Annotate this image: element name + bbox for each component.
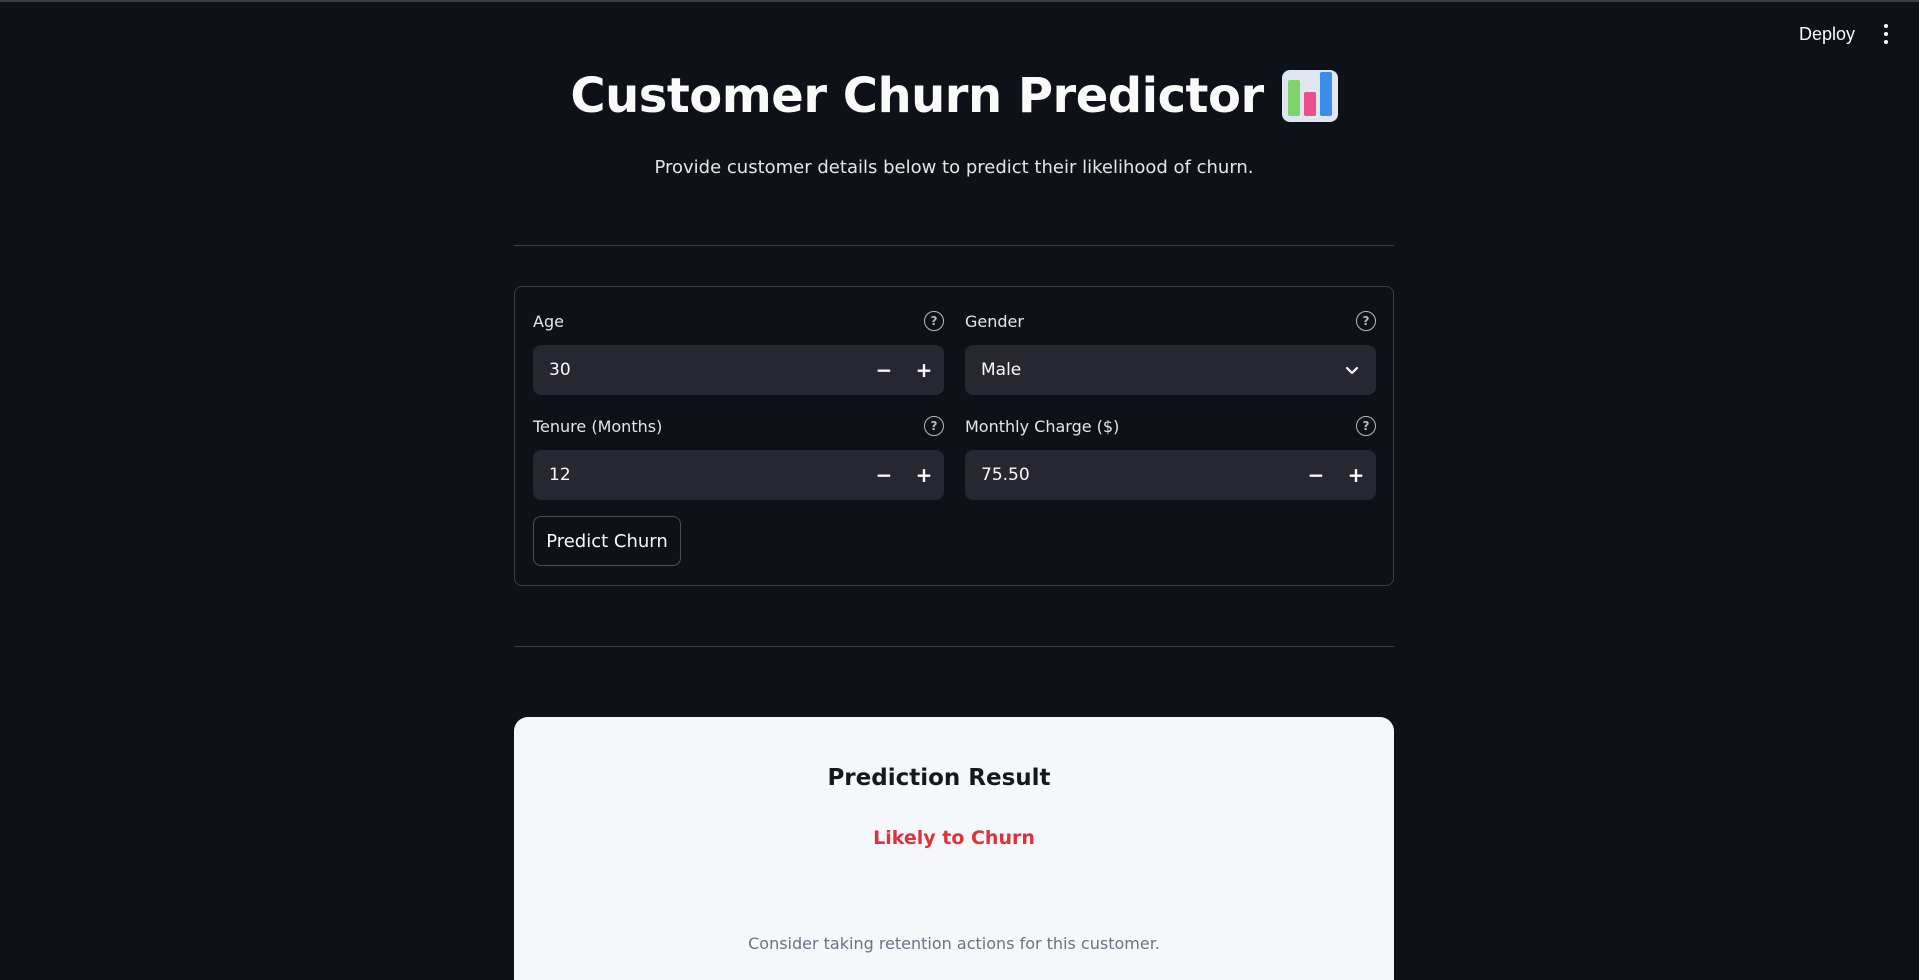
tenure-decrement-button[interactable]: − bbox=[864, 450, 904, 500]
help-icon[interactable]: ? bbox=[1356, 416, 1376, 436]
prediction-result-card: Prediction Result Likely to Churn Consid… bbox=[514, 717, 1394, 980]
monthly-charge-number-input: − + bbox=[965, 450, 1376, 500]
monthly-charge-input[interactable] bbox=[981, 465, 1296, 485]
app-toolbar: Deploy bbox=[1799, 22, 1897, 46]
gender-select[interactable]: Male bbox=[965, 345, 1376, 395]
age-increment-button[interactable]: + bbox=[904, 345, 944, 395]
tenure-label-row: Tenure (Months) ? bbox=[533, 415, 944, 437]
divider bbox=[514, 646, 1394, 647]
age-label-row: Age ? bbox=[533, 310, 944, 332]
tenure-input[interactable] bbox=[549, 465, 864, 485]
divider bbox=[514, 245, 1394, 246]
window-top-border bbox=[0, 0, 1919, 2]
more-vertical-icon[interactable] bbox=[1875, 22, 1897, 46]
result-note: Consider taking retention actions for th… bbox=[748, 934, 1160, 953]
tenure-label: Tenure (Months) bbox=[533, 416, 663, 436]
age-field: Age ? − + bbox=[533, 310, 944, 395]
monthly-charge-label: Monthly Charge ($) bbox=[965, 416, 1120, 436]
age-input[interactable] bbox=[549, 360, 864, 380]
churn-status: Likely to Churn bbox=[873, 827, 1035, 849]
gender-selected-value: Male bbox=[981, 360, 1022, 380]
page-title: Customer Churn Predictor bbox=[514, 68, 1394, 124]
gender-field: Gender ? Male bbox=[965, 310, 1376, 395]
monthly-charge-label-row: Monthly Charge ($) ? bbox=[965, 415, 1376, 437]
churn-form: Age ? − + Gender ? Male bbox=[514, 286, 1394, 586]
monthly-charge-increment-button[interactable]: + bbox=[1336, 450, 1376, 500]
chevron-down-icon[interactable] bbox=[1328, 345, 1376, 395]
age-label: Age bbox=[533, 311, 564, 331]
tenure-number-input: − + bbox=[533, 450, 944, 500]
gender-label-row: Gender ? bbox=[965, 310, 1376, 332]
monthly-charge-field: Monthly Charge ($) ? − + bbox=[965, 415, 1376, 500]
help-icon[interactable]: ? bbox=[1356, 311, 1376, 331]
predict-churn-button[interactable]: Predict Churn bbox=[533, 516, 681, 566]
help-icon[interactable]: ? bbox=[924, 416, 944, 436]
page-subtitle: Provide customer details below to predic… bbox=[654, 157, 1254, 178]
monthly-charge-decrement-button[interactable]: − bbox=[1296, 450, 1336, 500]
page-title-text: Customer Churn Predictor bbox=[570, 68, 1264, 124]
bar-chart-icon bbox=[1281, 70, 1338, 122]
age-decrement-button[interactable]: − bbox=[864, 345, 904, 395]
result-title: Prediction Result bbox=[827, 765, 1051, 791]
help-icon[interactable]: ? bbox=[924, 311, 944, 331]
tenure-increment-button[interactable]: + bbox=[904, 450, 944, 500]
tenure-field: Tenure (Months) ? − + bbox=[533, 415, 944, 500]
age-number-input: − + bbox=[533, 345, 944, 395]
gender-label: Gender bbox=[965, 311, 1024, 331]
deploy-button[interactable]: Deploy bbox=[1799, 24, 1855, 45]
